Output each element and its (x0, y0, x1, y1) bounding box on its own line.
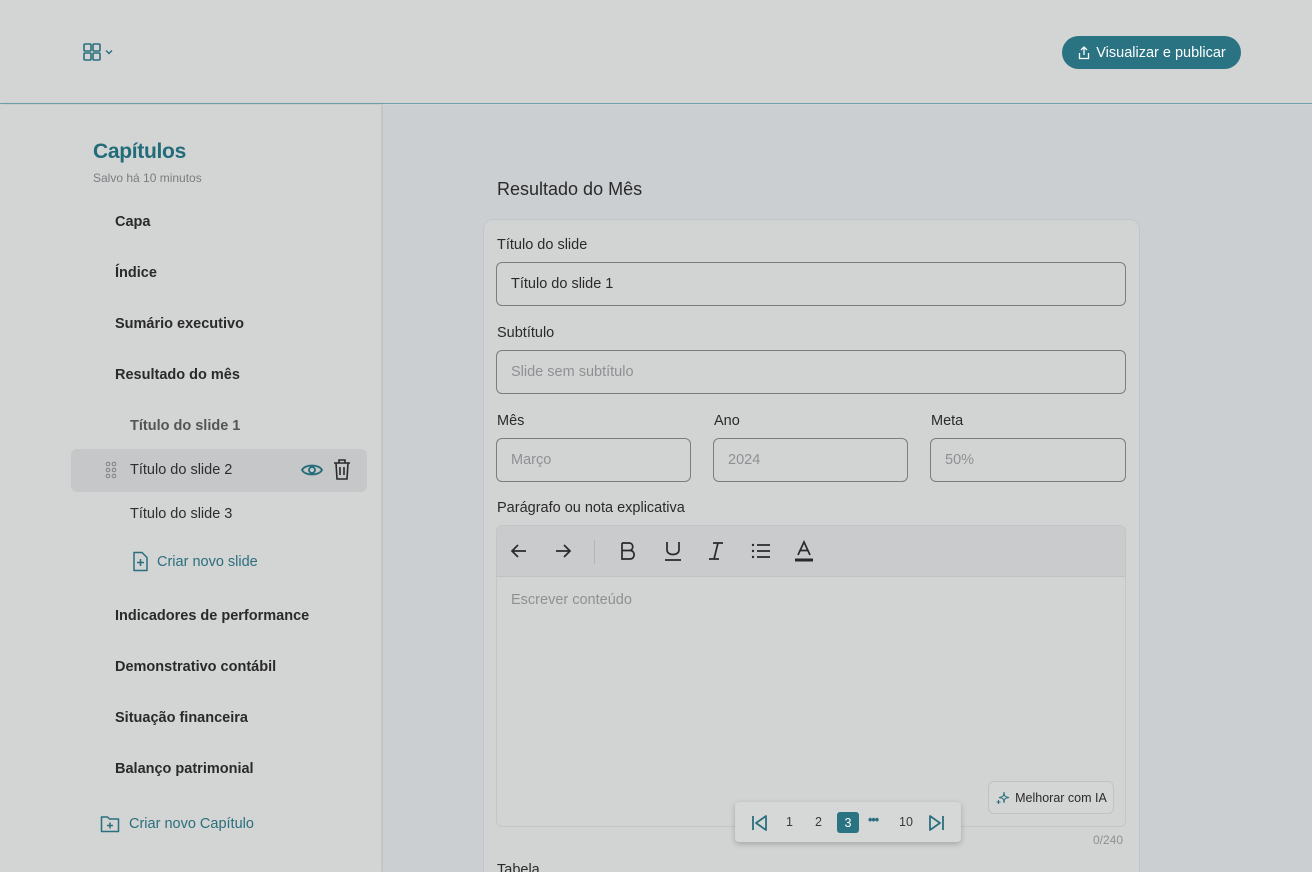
chevron-down-icon (105, 50, 113, 55)
month-label: Mês (497, 413, 525, 429)
chapter-item-indice[interactable]: Índice (115, 265, 157, 281)
toolbar-divider (594, 540, 595, 564)
improve-with-ai-button[interactable]: Melhorar com IA (988, 781, 1114, 814)
page-2[interactable]: 2 (815, 815, 822, 829)
last-page-icon[interactable] (927, 814, 945, 832)
publish-button-label: Visualizar e publicar (1096, 44, 1226, 61)
sidebar-title: Capítulos (93, 140, 186, 163)
chapter-item-capa[interactable]: Capa (115, 214, 150, 230)
slide-title-input[interactable] (496, 262, 1126, 306)
char-counter: 0/240 (1093, 833, 1124, 847)
share-icon (1079, 45, 1090, 59)
subtitle-input[interactable] (496, 350, 1126, 394)
year-input[interactable] (713, 438, 908, 482)
file-plus-icon (133, 551, 148, 572)
folder-plus-icon (100, 816, 120, 833)
section-title: Resultado do Mês (497, 179, 643, 199)
drag-handle-icon[interactable] (104, 461, 118, 479)
new-slide-label: Criar novo slide (157, 553, 258, 570)
list-icon[interactable] (751, 540, 771, 562)
chapter-item-resultado[interactable]: Resultado do mês (115, 367, 240, 383)
subtitle-label: Subtítulo (497, 325, 555, 341)
grid-icon (83, 43, 101, 61)
chapter-item-sumario[interactable]: Sumário executivo (115, 316, 244, 332)
paragraph-label: Parágrafo ou nota explicativa (497, 500, 685, 516)
slide-pagination: 1 2 3 ••• 10 (735, 802, 961, 842)
editor-placeholder: Escrever conteúdo (511, 592, 632, 608)
top-bar: Visualizar e publicar (0, 0, 1312, 104)
new-slide-button[interactable]: Criar novo slide (131, 551, 258, 572)
saved-status: Salvo há 10 minutos (93, 171, 202, 185)
publish-button[interactable]: Visualizar e publicar (1062, 36, 1241, 69)
new-chapter-button[interactable]: Criar novo Capítulo (100, 815, 254, 833)
table-label: Tabela (497, 862, 540, 872)
undo-arrow-icon[interactable] (510, 540, 528, 562)
underline-icon[interactable] (664, 540, 682, 562)
eye-icon[interactable] (300, 459, 324, 481)
improve-with-ai-label: Melhorar com IA (1015, 790, 1107, 805)
sparkle-icon (996, 791, 1010, 804)
slide-item-3[interactable]: Título do slide 3 (130, 506, 232, 522)
bold-icon[interactable] (620, 540, 636, 562)
first-page-icon[interactable] (751, 814, 769, 832)
app-switcher-button[interactable] (82, 42, 114, 62)
trash-icon[interactable] (332, 458, 352, 482)
redo-arrow-icon[interactable] (554, 540, 572, 562)
chapter-item-situacao[interactable]: Situação financeira (115, 710, 248, 726)
page-1[interactable]: 1 (786, 815, 793, 829)
slide-title-label: Título do slide (497, 237, 588, 253)
month-input[interactable] (496, 438, 691, 482)
editor-toolbar (497, 526, 1125, 577)
pagination-ellipsis[interactable]: ••• (868, 813, 879, 827)
slide-item-2[interactable]: Título do slide 2 (130, 462, 232, 478)
page-3-current[interactable]: 3 (837, 812, 859, 833)
slide-item-1[interactable]: Título do slide 1 (130, 418, 240, 434)
page-10[interactable]: 10 (899, 815, 913, 829)
year-label: Ano (714, 413, 740, 429)
goal-label: Meta (931, 413, 964, 429)
goal-input[interactable] (930, 438, 1126, 482)
chapter-item-demonstrativo[interactable]: Demonstrativo contábil (115, 659, 276, 675)
italic-icon[interactable] (708, 540, 724, 562)
new-chapter-label: Criar novo Capítulo (129, 816, 254, 832)
chapter-item-balanco[interactable]: Balanço patrimonial (115, 761, 254, 777)
text-color-icon[interactable] (794, 540, 814, 564)
chapter-item-indicadores[interactable]: Indicadores de performance (115, 608, 309, 624)
